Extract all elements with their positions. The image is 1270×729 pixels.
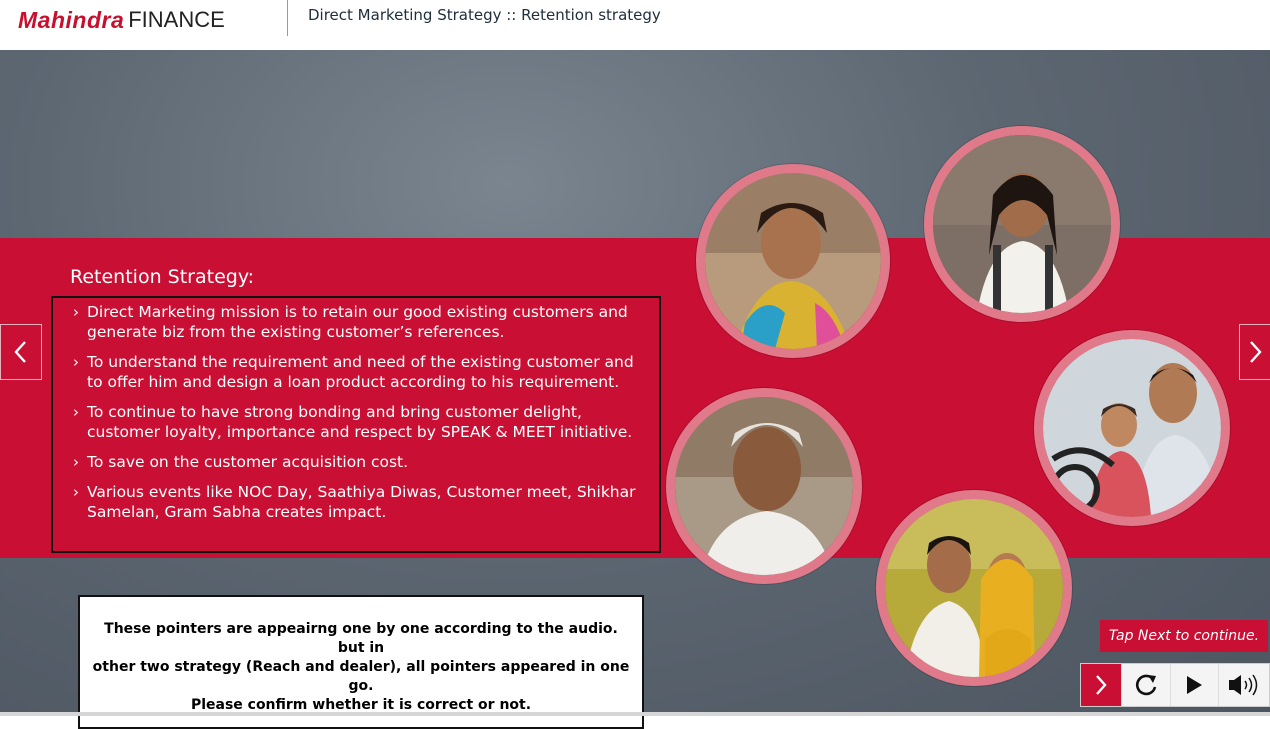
chevron-right-icon: › — [73, 483, 79, 501]
logo-suffix: FINANCE — [128, 7, 225, 32]
previous-arrow-button[interactable] — [0, 324, 42, 380]
next-button[interactable] — [1081, 664, 1121, 706]
review-note-text: These pointers are appeairng one by one … — [92, 620, 630, 713]
chevron-right-icon: › — [73, 353, 79, 371]
list-item: › Various events like NOC Day, Saathiya D… — [73, 483, 636, 521]
portrait-school-girl — [924, 126, 1120, 322]
portrait-young-couple — [876, 490, 1072, 686]
chevron-right-icon: › — [73, 403, 79, 421]
chevron-right-icon — [1095, 675, 1107, 695]
header-divider — [287, 0, 288, 36]
header: Mahindra FINANCE Direct Marketing Strate… — [0, 0, 1270, 50]
points-list: › Direct Marketing mission is to retain o… — [73, 302, 643, 532]
portrait-elderly-man — [666, 388, 862, 584]
audio-button[interactable] — [1218, 664, 1269, 706]
list-item: › To save on the customer acquisition cos… — [73, 453, 409, 471]
portrait-father-son — [1034, 330, 1230, 526]
list-item: › To understand the requirement and need … — [73, 353, 634, 391]
chevron-left-icon — [14, 341, 26, 363]
review-note: These pointers are appeairng one by one … — [78, 595, 644, 729]
portrait-young-woman — [696, 164, 890, 358]
replay-button[interactable] — [1120, 664, 1170, 706]
list-item: › To continue to have strong bonding and … — [73, 403, 633, 441]
player-controls — [1080, 663, 1270, 707]
points-box: › Direct Marketing mission is to retain o… — [51, 296, 661, 553]
tap-next-prompt: Tap Next to continue. — [1100, 620, 1268, 652]
list-item: › Direct Marketing mission is to retain o… — [73, 303, 628, 341]
chevron-right-icon — [1250, 341, 1262, 363]
replay-icon — [1135, 674, 1156, 696]
slide-stage: Retention Strategy: › Direct Marketing mi… — [0, 50, 1270, 729]
play-button[interactable] — [1169, 664, 1219, 706]
chevron-right-icon: › — [73, 453, 79, 471]
next-arrow-button[interactable] — [1239, 324, 1270, 380]
bottom-strip — [0, 712, 1270, 716]
mahindra-finance-logo: Mahindra FINANCE — [18, 6, 225, 34]
speaker-icon — [1229, 674, 1258, 696]
play-icon — [1187, 676, 1203, 694]
logo-brand: Mahindra — [18, 6, 125, 33]
chevron-right-icon: › — [73, 303, 79, 321]
section-title: Retention Strategy: — [70, 266, 255, 288]
course-title: Direct Marketing Strategy :: Retention s… — [308, 6, 661, 24]
